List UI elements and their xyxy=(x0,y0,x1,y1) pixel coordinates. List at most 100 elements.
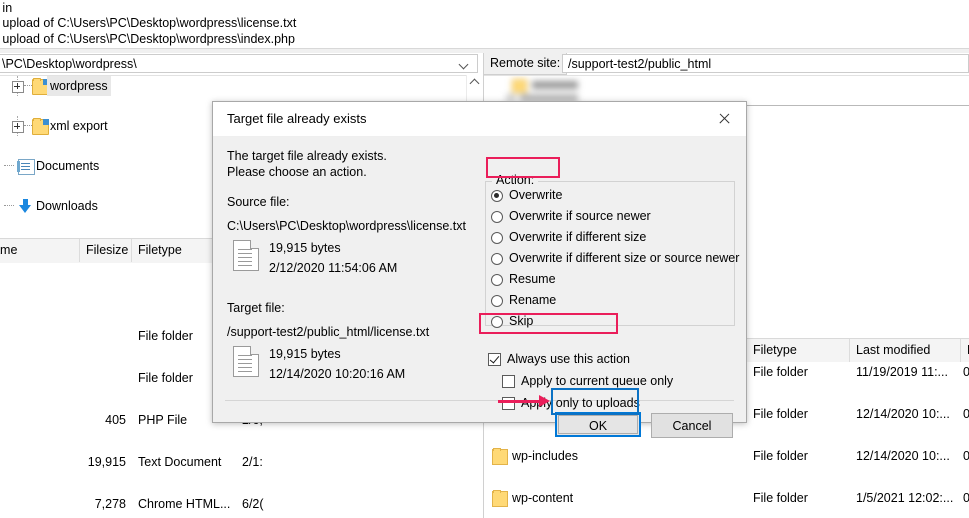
cell-modified: 11/19/2019 11:... xyxy=(856,365,948,379)
remote-path-input[interactable]: /support-test2/public_html xyxy=(562,54,969,73)
cell-modified: 6/2( xyxy=(242,497,264,511)
local-path-value: \PC\Desktop\wordpress\ xyxy=(2,57,137,71)
table-row[interactable]: wp-includes File folder 12/14/2020 10:..… xyxy=(484,446,969,467)
checkbox-indicator xyxy=(502,375,515,388)
dialog-body: The target file already exists. Please c… xyxy=(213,137,746,438)
cell-filetype: Chrome HTML... xyxy=(138,497,231,511)
checkbox-label: Apply to current queue only xyxy=(521,374,674,388)
chevron-down-icon[interactable] xyxy=(459,58,471,70)
cell-filesize: 19,915 xyxy=(87,455,126,469)
local-path-row: \PC\Desktop\wordpress\ xyxy=(0,53,483,76)
source-file-path: C:\Users\PC\Desktop\wordpress\license.tx… xyxy=(227,219,466,233)
source-file-label: Source file: xyxy=(227,195,290,209)
checkbox-label: Apply only to uploads xyxy=(521,396,640,410)
cell-permissions: 0 xyxy=(963,491,969,505)
log-line: g upload of C:\Users\PC\Desktop\wordpres… xyxy=(0,16,297,30)
cell-filename: wp-includes xyxy=(512,449,579,463)
cell-filename xyxy=(0,494,74,515)
remote-path-value: /support-test2/public_html xyxy=(568,57,712,71)
radio-indicator xyxy=(491,232,503,244)
folder-icon xyxy=(32,118,49,135)
radio-indicator xyxy=(491,253,503,265)
cell-filetype: File folder xyxy=(753,365,808,379)
checkbox-indicator xyxy=(488,353,501,366)
dialog-separator xyxy=(225,400,734,401)
scroll-up-icon[interactable] xyxy=(467,75,482,90)
radio-indicator xyxy=(491,211,503,223)
column-header-filesize[interactable]: Filesize xyxy=(80,239,132,262)
tree-guide xyxy=(24,85,32,87)
radio-label: Rename xyxy=(509,293,557,307)
source-file-size: 19,915 bytes xyxy=(269,241,341,255)
cell-modified: 1/5/2021 12:02:... xyxy=(856,491,954,505)
tree-item-label: Downloads xyxy=(36,199,98,213)
table-row[interactable]: 19,915 Text Document 2/1: xyxy=(0,452,483,473)
cell-filesize xyxy=(74,326,126,347)
radio-label: Skip xyxy=(509,314,534,328)
cell-modified: 12/14/2020 10:... xyxy=(856,407,950,421)
dialog-message-line-2: Please choose an action. xyxy=(227,165,367,179)
cell-filetype: File folder xyxy=(753,449,808,463)
cell-filesize: 7,278 xyxy=(94,497,126,511)
cell-filetype: File folder xyxy=(753,407,808,421)
cell-filename xyxy=(0,410,74,431)
column-header-lastmodified[interactable]: Last modified xyxy=(850,339,961,362)
cancel-button[interactable]: Cancel xyxy=(651,413,733,438)
log-line: d in xyxy=(0,1,13,15)
radio-indicator xyxy=(491,316,503,328)
checkbox-label: Always use this action xyxy=(507,352,630,366)
tree-item-wordpress[interactable]: wordpress xyxy=(0,76,483,96)
tree-item-label: wordpress xyxy=(47,76,111,96)
target-file-label: Target file: xyxy=(227,301,285,315)
expand-icon[interactable] xyxy=(12,121,24,133)
local-path-input[interactable]: \PC\Desktop\wordpress\ xyxy=(0,54,478,73)
log-line: g upload of C:\Users\PC\Desktop\wordpres… xyxy=(0,32,295,46)
radio-label: Overwrite if different size or source ne… xyxy=(509,251,740,265)
dialog-message-line-1: The target file already exists. xyxy=(227,149,387,163)
cell-filename: wp-content xyxy=(512,491,574,505)
cell-filetype: Text Document xyxy=(138,455,222,469)
file-icon xyxy=(233,346,259,377)
target-file-size: 19,915 bytes xyxy=(269,347,341,361)
column-header-filename[interactable]: Filename xyxy=(0,239,80,262)
cell-filesize xyxy=(682,446,745,467)
dialog-title-bar: Target file already exists xyxy=(213,102,746,137)
tree-item-label: xml export xyxy=(50,119,108,133)
radio-indicator xyxy=(491,190,503,202)
cell-filetype: File folder xyxy=(753,491,808,505)
close-icon[interactable] xyxy=(702,102,746,135)
folder-icon xyxy=(492,490,508,507)
ok-button[interactable]: OK xyxy=(555,412,641,437)
table-row[interactable]: wp-content File folder 1/5/2021 12:02:..… xyxy=(484,488,969,509)
remote-path-row: Remote site: /support-test2/public_html xyxy=(484,53,969,76)
cell-permissions: 0 xyxy=(963,365,969,379)
radio-label: Overwrite if different size xyxy=(509,230,647,244)
cell-permissions: 0 xyxy=(963,407,969,421)
radio-indicator xyxy=(491,274,503,286)
source-file-date: 2/12/2020 11:54:06 AM xyxy=(269,261,398,275)
column-header-permissions[interactable]: P xyxy=(961,339,969,362)
target-file-date: 12/14/2020 10:20:16 AM xyxy=(269,367,406,381)
file-icon xyxy=(233,240,259,271)
cell-filename xyxy=(0,452,74,473)
downloads-icon xyxy=(18,199,33,213)
cell-filename xyxy=(0,326,74,347)
transfer-log-pane: d in g upload of C:\Users\PC\Desktop\wor… xyxy=(0,0,969,48)
radio-label: Resume xyxy=(509,272,556,286)
column-header-filetype[interactable]: Filetype xyxy=(747,339,850,362)
cell-modified: 12/14/2020 10:... xyxy=(856,449,950,463)
tree-guide xyxy=(4,165,14,167)
tree-guide xyxy=(4,205,14,207)
target-file-exists-dialog: Target file already exists The target fi… xyxy=(212,101,747,438)
radio-label: Overwrite if source newer xyxy=(509,209,651,223)
documents-icon xyxy=(17,159,35,175)
target-file-path: /support-test2/public_html/license.txt xyxy=(227,325,430,339)
filezilla-window: d in g upload of C:\Users\PC\Desktop\wor… xyxy=(0,0,969,518)
expand-icon[interactable] xyxy=(12,81,24,93)
cell-permissions: 0 xyxy=(963,449,969,463)
checkbox-indicator xyxy=(502,397,515,410)
cell-filesize: 405 xyxy=(105,413,126,427)
remote-site-label: Remote site: xyxy=(484,53,568,75)
table-row[interactable]: 7,278 Chrome HTML... 6/2( xyxy=(0,494,483,515)
tree-item-label: Documents xyxy=(36,159,100,173)
